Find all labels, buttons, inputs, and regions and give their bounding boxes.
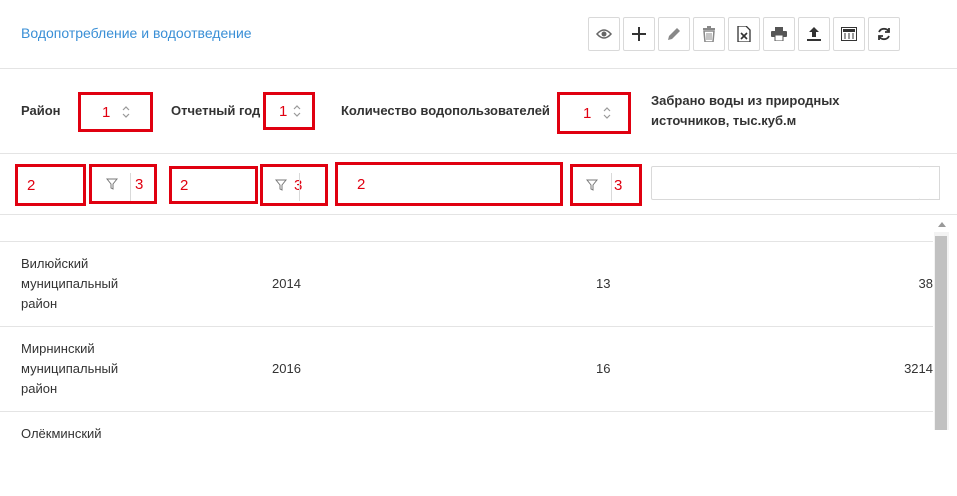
toolbar (588, 17, 903, 51)
sort-control-users[interactable]: 1 (557, 92, 631, 134)
calculator-icon (841, 27, 857, 41)
annotation-label: 1 (279, 102, 288, 120)
panel-header: Водопотребление и водоотведение (0, 0, 957, 69)
sort-chevrons-icon (293, 105, 301, 117)
column-header-users[interactable]: Количество водопользователей (341, 101, 550, 121)
column-header-water-intake[interactable]: Забрано воды из природных источников, ты… (651, 91, 921, 131)
cell-district: Олёкминский (21, 426, 102, 441)
table-row[interactable]: Мирнинский муниципальный район 2016 16 3… (0, 326, 933, 411)
excel-icon (737, 26, 751, 42)
filter-button-water-intake[interactable] (920, 166, 940, 200)
sort-chevrons-icon (122, 106, 130, 118)
divider (611, 173, 612, 201)
print-button[interactable] (763, 17, 795, 51)
sort-control-district[interactable]: 1 (78, 92, 153, 132)
filter-funnel-icon (275, 179, 287, 191)
filter-input-year[interactable]: 2 (169, 166, 258, 204)
cell-water-intake: 3214 (904, 361, 933, 376)
column-header-row: Район 1 Отчетный год 1 Количество водопо… (0, 69, 957, 154)
annotation-label: 2 (180, 176, 189, 194)
scrollbar-thumb[interactable] (935, 236, 947, 430)
pencil-icon (668, 28, 680, 40)
sort-control-year[interactable]: 1 (263, 92, 315, 130)
column-header-year[interactable]: Отчетный год (171, 101, 260, 121)
filter-input-water-intake[interactable] (651, 166, 921, 200)
sort-chevrons-icon (603, 107, 611, 119)
refresh-button[interactable] (868, 17, 900, 51)
print-icon (771, 27, 787, 41)
cell-year: 2014 (272, 276, 301, 291)
cell-users: 16 (596, 361, 611, 376)
filter-funnel-icon (106, 178, 118, 190)
cell-year: 2016 (272, 361, 301, 376)
edit-button[interactable] (658, 17, 690, 51)
trash-icon (703, 26, 715, 42)
filter-button-users[interactable]: 3 (570, 164, 642, 206)
table-body: Вилюйский муниципальный район 2014 13 38… (0, 241, 933, 496)
annotation-label: 3 (135, 175, 144, 193)
calculator-button[interactable] (833, 17, 865, 51)
table-row[interactable]: Олёкминский (0, 411, 933, 496)
cell-district: Вилюйский муниципальный район (21, 256, 119, 311)
upload-icon (807, 27, 821, 41)
divider (299, 173, 300, 201)
table-row[interactable]: Вилюйский муниципальный район 2014 13 38 (0, 241, 933, 326)
annotation-label: 1 (102, 103, 111, 121)
filter-row: 2 3 2 3 2 3 (0, 154, 957, 215)
annotation-label: 2 (357, 175, 366, 193)
eye-icon (596, 29, 612, 39)
add-button[interactable] (623, 17, 655, 51)
plus-icon (632, 27, 646, 41)
vertical-scrollbar[interactable] (934, 232, 949, 430)
cell-users: 13 (596, 276, 611, 291)
annotation-label: 2 (27, 176, 36, 194)
view-button[interactable] (588, 17, 620, 51)
filter-button-year[interactable]: 3 (260, 164, 328, 206)
page-title: Водопотребление и водоотведение (21, 25, 252, 41)
filter-input-district[interactable]: 2 (15, 164, 86, 206)
cell-water-intake: 38 (918, 276, 933, 291)
upload-button[interactable] (798, 17, 830, 51)
refresh-icon (878, 27, 890, 41)
annotation-label: 3 (614, 176, 623, 194)
scroll-up-arrow[interactable] (938, 222, 946, 227)
filter-input-users[interactable]: 2 (335, 162, 563, 206)
delete-button[interactable] (693, 17, 725, 51)
cell-district: Мирнинский муниципальный район (21, 341, 119, 396)
filter-funnel-icon (586, 179, 598, 191)
column-header-district[interactable]: Район (21, 101, 61, 121)
export-excel-button[interactable] (728, 17, 760, 51)
annotation-label: 1 (583, 104, 592, 122)
divider (130, 173, 131, 201)
filter-button-district[interactable]: 3 (89, 164, 157, 204)
